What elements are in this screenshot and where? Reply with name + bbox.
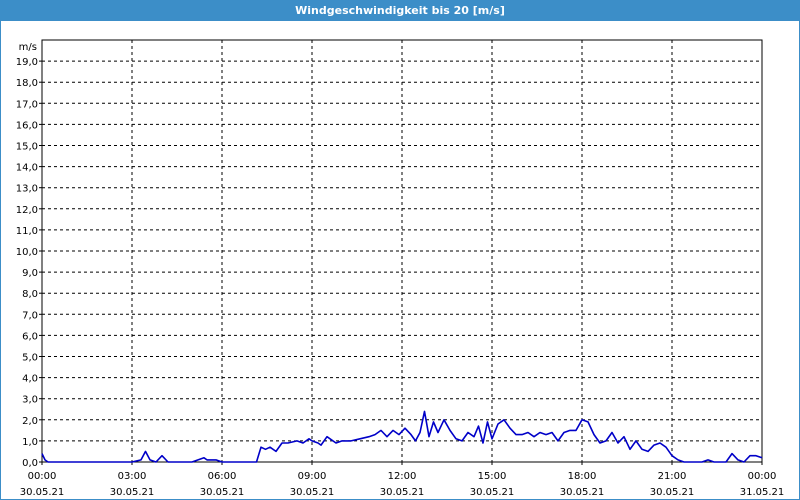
y-axis-ticks: 0,0 1,0 2,0 3,0 4,0 5,0 6,0 7,0 8,0 9,0 10,0 11,0 12… (16, 57, 42, 469)
x-tick-time-label: 12:00 (388, 471, 417, 482)
y-tick-label: 4,0 (22, 374, 38, 385)
y-tick-label: 18,0 (16, 78, 38, 89)
x-tick-time-label: 09:00 (298, 471, 327, 482)
x-tick-date-label: 31.05.21 (740, 487, 785, 498)
y-tick-label: 8,0 (22, 289, 38, 300)
y-tick-label: 1,0 (22, 437, 38, 448)
x-tick-time-label: 15:00 (478, 471, 507, 482)
x-tick-date-label: 30.05.21 (20, 487, 65, 498)
x-tick-time-label: 00:00 (28, 471, 57, 482)
y-tick-label: 13,0 (16, 184, 38, 195)
y-tick-label: 10,0 (16, 247, 38, 258)
y-tick-label: 7,0 (22, 310, 38, 321)
y-tick-label: 5,0 (22, 353, 38, 364)
x-tick-time-label: 18:00 (568, 471, 597, 482)
y-tick-label: 12,0 (16, 205, 38, 216)
x-tick-time-label: 03:00 (118, 471, 147, 482)
y-tick-label: 9,0 (22, 268, 38, 279)
y-tick-label: 14,0 (16, 163, 38, 174)
x-axis-ticks: 00:00 30.05.21 03:00 30.05.21 06:00 30.05.21 0… (20, 462, 785, 498)
x-tick-date-label: 30.05.21 (290, 487, 335, 498)
x-tick-time-label: 00:00 (748, 471, 777, 482)
y-tick-label: 3,0 (22, 395, 38, 406)
y-tick-label: 15,0 (16, 142, 38, 153)
grid (42, 40, 762, 462)
x-tick-time-label: 21:00 (658, 471, 687, 482)
y-tick-label: 16,0 (16, 120, 38, 131)
x-tick-time-label: 06:00 (208, 471, 237, 482)
chart-window: Windgeschwindigkeit bis 20 [m/s] m/s 0,0… (0, 0, 800, 500)
wind-speed-chart: m/s 0,0 1,0 2,0 3,0 4,0 5,0 6,0 7,0 8,0 9,0 10,0 11… (16, 39, 785, 498)
y-axis-unit-label: m/s (19, 42, 37, 53)
x-tick-date-label: 30.05.21 (470, 487, 515, 498)
x-tick-date-label: 30.05.21 (110, 487, 155, 498)
x-tick-date-label: 30.05.21 (380, 487, 425, 498)
chart-title: Windgeschwindigkeit bis 20 [m/s] (1, 1, 799, 21)
y-tick-label: 17,0 (16, 99, 38, 110)
x-tick-date-label: 30.05.21 (560, 487, 605, 498)
y-tick-label: 6,0 (22, 331, 38, 342)
y-tick-label: 19,0 (16, 57, 38, 68)
y-tick-label: 0,0 (22, 458, 38, 469)
x-tick-date-label: 30.05.21 (200, 487, 245, 498)
y-tick-label: 11,0 (16, 226, 38, 237)
y-tick-label: 2,0 (22, 416, 38, 427)
x-tick-date-label: 30.05.21 (650, 487, 695, 498)
